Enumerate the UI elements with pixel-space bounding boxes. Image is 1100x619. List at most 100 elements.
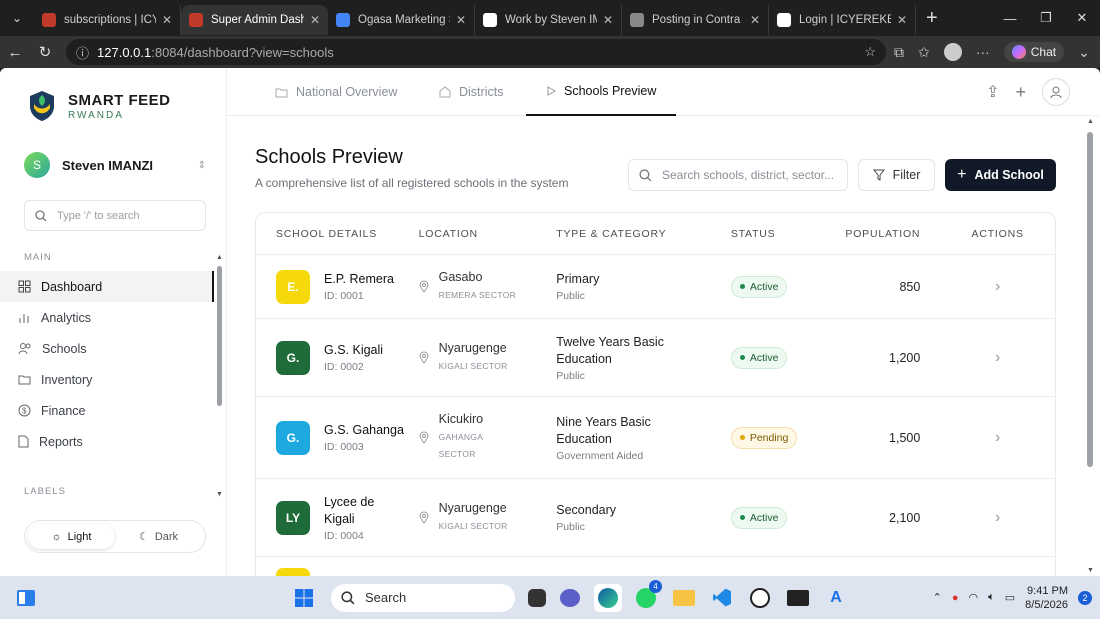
school-avatar: LY — [276, 500, 310, 535]
header-school-details[interactable]: SCHOOL DETAILS — [256, 228, 419, 240]
back-icon[interactable]: ← — [0, 44, 30, 61]
theme-light-button[interactable]: ☼ Light — [28, 524, 115, 549]
file-manager-icon[interactable] — [528, 588, 546, 607]
sidebar-item-inventory[interactable]: Inventory — [0, 364, 214, 395]
sidebar-scrollbar[interactable]: ▲ ▼ — [216, 254, 223, 498]
file-explorer-icon[interactable] — [670, 584, 698, 612]
close-window-icon[interactable]: ✕ — [1064, 0, 1100, 36]
sidebar-item-finance[interactable]: $ Finance — [0, 395, 214, 426]
scroll-up-icon[interactable]: ▲ — [1087, 118, 1094, 125]
close-tab-icon[interactable]: ✕ — [750, 13, 760, 27]
notification-badge[interactable]: 2 — [1078, 590, 1092, 605]
tab-schools-preview[interactable]: Schools Preview — [526, 68, 677, 116]
close-tab-icon[interactable]: ✕ — [456, 13, 466, 27]
scroll-thumb[interactable] — [1087, 132, 1093, 467]
favorites-icon[interactable]: ✩ — [918, 44, 930, 61]
profile-avatar[interactable] — [943, 43, 962, 61]
browser-tab[interactable]: Login | ICYEREKEZO ✕ — [769, 5, 916, 35]
table-row[interactable]: E. E.P. Remera ID: 0001 Gasabo REMERA SE… — [256, 255, 1055, 319]
filter-label: Filter — [892, 168, 921, 182]
scroll-thumb[interactable] — [217, 266, 222, 406]
upload-icon[interactable]: ⇪ — [986, 82, 999, 102]
chevron-right-icon[interactable]: › — [995, 509, 1000, 526]
header-status[interactable]: STATUS — [731, 228, 831, 240]
plus-icon[interactable]: + — [1015, 82, 1026, 103]
site-info-icon[interactable]: ⓘ — [76, 43, 89, 62]
header-type-category[interactable]: TYPE & CATEGORY — [556, 228, 731, 240]
url-field[interactable]: ⓘ 127.0.0.1:8084/dashboard?view=schools … — [66, 39, 886, 65]
sidebar-item-analytics[interactable]: Analytics — [0, 302, 214, 333]
chat-app-icon[interactable] — [556, 584, 584, 612]
tray-chevron-up-icon[interactable]: ⌃ — [933, 591, 942, 604]
close-tab-icon[interactable]: ✕ — [162, 13, 172, 27]
more-menu-icon[interactable]: ··· — [976, 44, 990, 60]
table-row[interactable] — [256, 557, 1055, 576]
wifi-icon[interactable]: ◠ — [969, 591, 979, 604]
tab-national-overview[interactable]: National Overview — [275, 68, 397, 116]
chevron-right-icon[interactable]: › — [995, 429, 1000, 446]
widgets-icon[interactable] — [12, 584, 40, 612]
search-icon — [35, 209, 47, 221]
battery-icon[interactable]: ▭ — [1005, 591, 1015, 604]
scroll-up-icon[interactable]: ▲ — [216, 254, 223, 261]
sidebar-item-reports[interactable]: Reports — [0, 426, 214, 457]
bookmark-star-icon[interactable]: ☆ — [864, 44, 876, 60]
close-tab-icon[interactable]: ✕ — [603, 13, 613, 27]
sidebar-search-input[interactable]: Type '/' to search — [24, 200, 206, 231]
minimize-icon[interactable]: — — [992, 0, 1028, 36]
profile-icon[interactable] — [1042, 78, 1070, 106]
browser-tab[interactable]: Posting in Contra Portfolio ✕ — [622, 5, 769, 35]
vscode-icon[interactable] — [708, 584, 736, 612]
close-tab-icon[interactable]: ✕ — [310, 13, 320, 27]
start-windows-icon[interactable] — [290, 584, 318, 612]
clock[interactable]: 9:41 PM 8/5/2026 — [1025, 584, 1068, 612]
close-tab-icon[interactable]: ✕ — [897, 13, 907, 27]
browser-tab[interactable]: Work by Steven IMANZI ✕ — [475, 5, 622, 35]
volume-icon[interactable]: 🔈︎ — [988, 591, 995, 604]
sidebar-chevron-icon[interactable]: ⌄ — [1078, 44, 1090, 61]
scroll-down-icon[interactable]: ▼ — [216, 491, 223, 498]
district: Nyarugenge — [438, 340, 507, 355]
table-row[interactable]: G. G.S. Kigali ID: 0002 Nyarugenge KIGAL… — [256, 319, 1055, 397]
tab-list-chevron-icon[interactable]: ⌄ — [0, 0, 34, 36]
user-switcher[interactable]: S Steven IMANZI ⇕ — [24, 152, 206, 178]
terminal-icon[interactable] — [784, 584, 812, 612]
sidebar-item-schools[interactable]: Schools — [0, 333, 214, 364]
browser-tab[interactable]: Ogasa Marketing Strategy ✕ — [328, 5, 475, 35]
recording-icon[interactable]: ● — [952, 592, 959, 604]
chevron-right-icon[interactable]: › — [995, 349, 1000, 366]
browser-tab[interactable]: subscriptions | ICYEREKEZO ✕ — [34, 5, 181, 35]
new-tab-button[interactable]: + — [916, 7, 948, 30]
add-school-button[interactable]: + Add School — [945, 159, 1056, 191]
browser-tab[interactable]: Super Admin Dashboard ✕ — [181, 5, 328, 35]
reload-icon[interactable]: ↻ — [30, 43, 60, 61]
copilot-chat-button[interactable]: Chat — [1003, 42, 1065, 62]
header-population[interactable]: POPULATION — [831, 228, 921, 240]
school-name: E.P. Remera — [324, 272, 394, 286]
sidebar-item-dashboard[interactable]: Dashboard — [0, 271, 214, 302]
taskbar-search[interactable]: Search — [331, 583, 515, 612]
chevron-right-icon[interactable]: › — [995, 278, 1000, 295]
status-dot — [739, 355, 745, 360]
filter-button[interactable]: Filter — [858, 159, 935, 191]
app-arc-icon[interactable]: A — [822, 584, 850, 612]
header-location[interactable]: LOCATION — [419, 228, 557, 240]
table-row[interactable]: G. G.S. Gahanga ID: 0003 Kicukiro GAHANG… — [256, 397, 1055, 479]
favicon-icon — [630, 13, 644, 27]
edge-browser-icon[interactable] — [594, 583, 622, 612]
school-category: Public — [556, 521, 585, 533]
app-panda-icon[interactable] — [746, 584, 774, 612]
tab-districts[interactable]: Districts — [439, 68, 503, 116]
extensions-icon[interactable]: ⧉ — [894, 44, 904, 61]
main-scrollbar[interactable]: ▲ ▼ — [1086, 118, 1094, 574]
whatsapp-icon[interactable]: 4 — [632, 579, 662, 612]
table-row[interactable]: LY Lycee de Kigali ID: 0004 Nyarugenge K… — [256, 479, 1055, 557]
district: Kicukiro — [438, 412, 484, 426]
tab-title: Ogasa Marketing Strategy — [358, 14, 450, 26]
scroll-down-icon[interactable]: ▼ — [1087, 567, 1094, 574]
theme-dark-button[interactable]: ☾ Dark — [115, 524, 202, 549]
school-category: Public — [556, 290, 585, 302]
restore-icon[interactable]: ❐ — [1028, 0, 1064, 36]
schools-search-input[interactable]: Search schools, district, sector... — [628, 159, 848, 191]
status-badge: Active — [730, 346, 788, 369]
